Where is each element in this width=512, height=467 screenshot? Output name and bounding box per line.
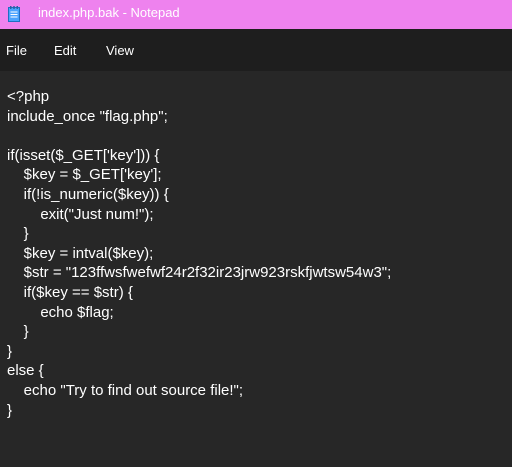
window-title: index.php.bak - Notepad [38,5,180,20]
code-line: if(!is_numeric($key)) { [7,185,169,203]
code-line: $key = intval($key); [7,244,154,262]
text-editor[interactable]: <?php include_once "flag.php"; if(isset(… [0,71,512,467]
code-line: echo "Try to find out source file!"; [7,381,244,399]
code-line: } [7,342,13,360]
code-line: include_once "flag.php"; [7,107,168,125]
code-line: else { [7,362,44,380]
code-line: $str = "123ffwsfwefwf24r2f32ir23jrw923rs… [7,264,392,282]
code-line: <?php [7,88,50,105]
code-lines: <?php include_once "flag.php"; if(isset(… [7,87,391,420]
code-line: if($key == $str) { [7,283,133,301]
menu-bar: File Edit View [0,29,512,71]
code-line: } [7,225,29,243]
code-line: echo $flag; [7,303,114,321]
menu-file[interactable]: File [6,43,27,58]
code-line: } [7,323,29,341]
code-line: if(isset($_GET['key'])) { [7,146,160,164]
menu-edit[interactable]: Edit [54,43,76,58]
code-line: $key = $_GET['key']; [7,166,162,184]
menu-view[interactable]: View [106,43,134,58]
title-bar[interactable]: index.php.bak - Notepad [0,0,512,29]
code-line: exit("Just num!"); [7,205,154,223]
notepad-window: index.php.bak - Notepad File Edit View <… [0,0,512,467]
code-line: } [7,401,13,419]
notepad-icon [8,6,20,22]
